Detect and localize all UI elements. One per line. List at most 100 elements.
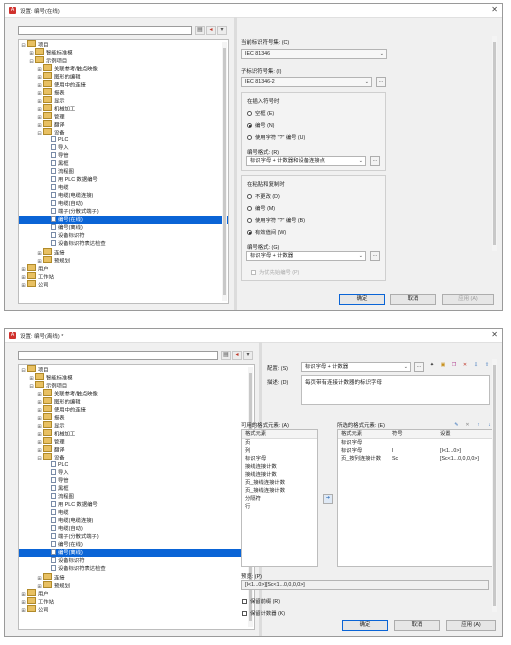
tree-item[interactable]: 端子(分散式端子) (19, 533, 254, 541)
tree-item[interactable]: ⊞ 图形的编辑 (19, 72, 228, 81)
tree-search-input[interactable] (18, 26, 192, 35)
list-item[interactable]: 页_接线连接计数 (242, 479, 317, 487)
table-row[interactable]: 标识字母 I [I<1...0>] (338, 447, 492, 455)
tree-item[interactable]: ⊞ 连接 (19, 248, 228, 257)
cancel-button[interactable]: 取消 (390, 294, 436, 305)
copy-radio-number[interactable]: 编号 (M) (247, 204, 275, 212)
tree-item[interactable]: 用 PLC 数据编号 (19, 501, 254, 509)
list-item[interactable]: 页 (242, 439, 317, 447)
tree-item[interactable]: ⊞ 关联参考/触点映像 (19, 389, 254, 398)
tree-item[interactable]: ⊟ 设备 (19, 128, 228, 137)
tree-item[interactable]: ⊞ 预规划 (19, 581, 254, 590)
list-item[interactable]: 列 (242, 447, 317, 455)
copy-prefix-checkbox[interactable]: 为优先始编号 (P) (251, 268, 299, 276)
cancel-button[interactable]: 取消 (394, 620, 440, 631)
selected-elements-table[interactable]: 格式元素 符号 设置 标识字母 标识字母 I [I<1...0>] 页_按列连接计数 Sc… (337, 429, 493, 567)
tree-item[interactable]: 设备标识符表达检查 (19, 565, 254, 573)
tree-item[interactable]: 电缆 (19, 184, 228, 192)
close-icon[interactable]: ✕ (491, 5, 498, 14)
tree-item[interactable]: ⊟ 项目 (19, 365, 254, 374)
tree-item[interactable]: 电缆(电缆连接) (19, 192, 228, 200)
content-scrollbar[interactable] (492, 359, 497, 612)
tree-item[interactable]: ⊞ 连接 (19, 573, 254, 582)
export-icon[interactable]: ⇧ (482, 362, 492, 372)
tree-item[interactable]: 黑框 (19, 485, 254, 493)
available-elements-list[interactable]: 格式元素 页列标识字母 接线连接计数 接线连接计数 页_接线连接计数 页_接线连接计数分… (241, 429, 318, 567)
apply-button[interactable]: 应用 (A) (446, 620, 496, 631)
ok-button[interactable]: 确定 (339, 294, 385, 305)
table-row[interactable]: 标识字母 (338, 439, 492, 447)
tree-item[interactable]: 设备标识符 (19, 232, 228, 240)
tree-item[interactable]: 导入 (19, 144, 228, 152)
tree-item[interactable]: PLC (19, 461, 254, 469)
tree-item[interactable]: 流程图 (19, 493, 254, 501)
tree-item[interactable]: ⊞ 公司 (19, 280, 228, 290)
tree-item[interactable]: ⊞ 报表 (19, 413, 254, 422)
tree-item[interactable]: ⊞ 机械加工 (19, 429, 254, 438)
tree-menu-button[interactable]: ▾ (217, 26, 227, 35)
tree-item[interactable]: ⊞ 显示 (19, 421, 254, 430)
list-item[interactable]: 标识字母 (242, 455, 317, 463)
tree-menu-button[interactable]: ▾ (243, 351, 253, 360)
tree-item[interactable]: 设备标识符 (19, 557, 254, 565)
copy-radio-question[interactable]: 使用字符 "?" 编号 (B) (247, 216, 305, 224)
add-element-arrow-icon[interactable]: ➔ (323, 494, 333, 504)
tree-item[interactable]: ⊞ 使用中的连接 (19, 80, 228, 89)
ok-button[interactable]: 确定 (342, 620, 388, 631)
expand-toggle-icon[interactable]: ⊞ (21, 282, 26, 290)
tree-item[interactable]: 编号(离线) (19, 549, 254, 557)
tree-item[interactable]: 用 PLC 数据编号 (19, 176, 228, 184)
tree-item[interactable]: ⊞ 用户 (19, 589, 254, 598)
tree-item[interactable]: ⊞ 报表 (19, 88, 228, 97)
config-more-button[interactable]: ... (414, 362, 424, 372)
import-icon[interactable]: ⇩ (471, 362, 481, 372)
tree-item[interactable]: ⊞ 翻译 (19, 445, 254, 454)
current-std-select[interactable]: IEC 81346 ⌄ (241, 49, 387, 59)
tree-item[interactable]: ⊞ 图形的编辑 (19, 397, 254, 406)
list-item[interactable]: 页_接线连接计数 (242, 487, 317, 495)
apply-button[interactable]: 应用 (A) (442, 294, 494, 305)
content-scrollbar[interactable] (492, 36, 497, 251)
tree-item[interactable]: ⊞ 工作站 (19, 272, 228, 281)
insert-format-select[interactable]: 标识字母 + 计数器和设备连接点 ⌄ (246, 156, 366, 166)
tree-item[interactable]: ⊞ 关联参考/触点映像 (19, 64, 228, 73)
insert-radio-empty[interactable]: 空框 (E) (247, 109, 274, 117)
tree-back-button[interactable]: ◂ (232, 351, 242, 360)
tree-item[interactable]: ⊞ 公司 (19, 605, 254, 614)
tree-item[interactable]: 编号(在线) (19, 216, 228, 224)
copy-radio-valid[interactable]: 有效值间 (W) (247, 228, 286, 236)
tree-item[interactable]: ⊞ 管理 (19, 437, 254, 446)
tree-item[interactable]: ⊞ 显示 (19, 96, 228, 105)
tree-item[interactable]: 电缆 (19, 509, 254, 517)
sub-std-more-button[interactable]: ... (376, 77, 386, 87)
tree-item[interactable]: ⊟ 示例项目 (19, 381, 254, 390)
tree-item[interactable]: ⊞ 翻译 (19, 120, 228, 129)
tree-search-input[interactable] (18, 351, 218, 360)
list-item[interactable]: 行 (242, 503, 317, 511)
copy-format-select[interactable]: 标识字母 + 计数器 ⌄ (246, 251, 366, 261)
list-item[interactable]: 接线连接计数 (242, 463, 317, 471)
tree-item[interactable]: 流程图 (19, 168, 228, 176)
keep-prefix-checkbox[interactable]: 保留前缀 (R) (242, 597, 280, 605)
copy-icon[interactable]: ❐ (449, 362, 459, 372)
splitter[interactable] (234, 17, 237, 310)
insert-radio-question[interactable]: 使用字符 "?" 编号 (U) (247, 133, 305, 141)
tree-item[interactable]: ⊞ 用户 (19, 264, 228, 273)
copy-radio-nochange[interactable]: 不更改 (D) (247, 192, 280, 200)
tree-item[interactable]: ⊞ 智能标准模 (19, 373, 254, 382)
tree-item[interactable]: ⊞ 机械加工 (19, 104, 228, 113)
tree-item[interactable]: ⊞ 预规划 (19, 256, 228, 265)
list-item[interactable]: 分隔符 (242, 495, 317, 503)
tree-item[interactable]: 编号(在线) (19, 541, 254, 549)
description-textarea[interactable]: 每页带有连接计数器的标识字母 (301, 375, 490, 405)
tree-item[interactable]: 导管 (19, 477, 254, 485)
tree-item[interactable]: 端子(分散式端子) (19, 208, 228, 216)
tree-item[interactable]: 编号(离线) (19, 224, 228, 232)
tree-scrollbar[interactable] (222, 42, 227, 301)
keep-counter-checkbox[interactable]: 保留计数器 (K) (242, 609, 285, 617)
tree-item[interactable]: ⊞ 管理 (19, 112, 228, 121)
sub-std-select[interactable]: IEC 81346-2 ⌄ (241, 77, 372, 87)
tree-item[interactable]: ⊟ 示例项目 (19, 56, 228, 65)
tree-item[interactable]: PLC (19, 136, 228, 144)
tree-item[interactable]: ⊟ 项目 (19, 40, 228, 49)
